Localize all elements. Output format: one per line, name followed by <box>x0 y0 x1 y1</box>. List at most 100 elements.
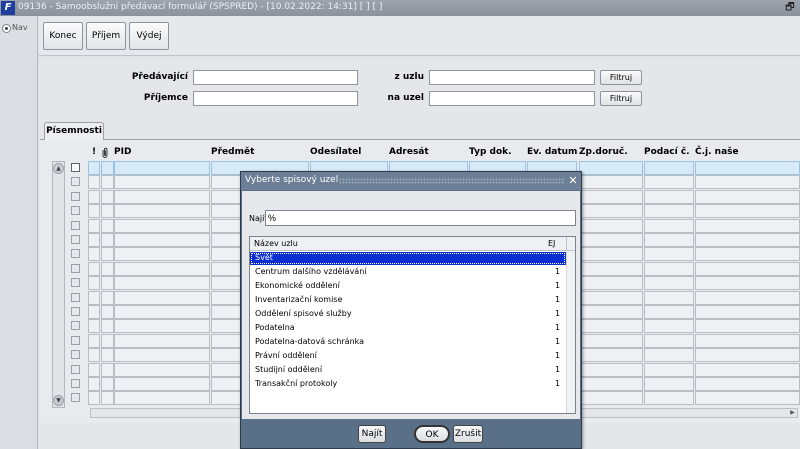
table-cell[interactable] <box>101 348 114 363</box>
table-cell[interactable] <box>101 204 114 219</box>
table-cell[interactable] <box>114 247 210 262</box>
close-icon[interactable]: ✕ <box>567 174 579 187</box>
table-cell[interactable] <box>695 161 800 175</box>
table-cell[interactable] <box>101 175 114 190</box>
row-checkbox[interactable] <box>71 335 80 345</box>
table-cell[interactable] <box>101 391 114 406</box>
row-checkbox[interactable] <box>71 177 80 187</box>
table-cell[interactable] <box>101 161 114 175</box>
table-cell[interactable] <box>695 377 800 391</box>
table-cell[interactable] <box>88 276 100 291</box>
table-cell[interactable] <box>579 276 643 291</box>
filtruj-na-uzel-button[interactable]: Filtruj <box>600 91 642 106</box>
table-cell[interactable] <box>88 233 100 247</box>
table-cell[interactable] <box>579 247 643 262</box>
list-header-name[interactable]: Název uzlu <box>254 239 298 248</box>
table-cell[interactable] <box>644 276 694 291</box>
table-cell[interactable] <box>579 175 643 190</box>
table-cell[interactable] <box>579 348 643 363</box>
table-cell[interactable] <box>114 276 210 291</box>
najit-button[interactable]: Najít <box>358 425 386 443</box>
list-item[interactable]: Svět <box>250 252 566 265</box>
table-cell[interactable] <box>695 348 800 363</box>
row-checkbox[interactable] <box>71 350 80 360</box>
list-header-ej[interactable]: EJ <box>548 239 555 248</box>
table-cell[interactable] <box>644 189 694 204</box>
table-cell[interactable] <box>579 391 643 406</box>
table-cell[interactable] <box>88 261 100 276</box>
table-cell[interactable] <box>695 276 800 291</box>
grid-vertical-scrollbar[interactable]: ▲ ▼ <box>52 161 65 408</box>
table-cell[interactable] <box>114 261 210 276</box>
row-checkbox[interactable] <box>71 206 80 216</box>
row-checkbox[interactable] <box>71 393 80 403</box>
table-cell[interactable] <box>88 290 100 305</box>
prijem-button[interactable]: Příjem <box>86 22 126 50</box>
table-cell[interactable] <box>695 391 800 406</box>
nav-radio-button[interactable] <box>2 24 11 33</box>
scroll-right-icon[interactable]: ▶ <box>788 409 797 417</box>
list-item[interactable]: Ekonomické oddělení 1 <box>250 280 566 293</box>
table-cell[interactable] <box>114 161 210 175</box>
list-item[interactable]: Transakční protokoly 1 <box>250 378 566 391</box>
prijemce-field[interactable] <box>193 91 358 106</box>
table-cell[interactable] <box>695 218 800 233</box>
row-checkbox[interactable] <box>71 191 80 201</box>
list-item[interactable]: Centrum dalšího vzdělávání 1 <box>250 266 566 279</box>
table-cell[interactable] <box>644 333 694 348</box>
table-cell[interactable] <box>88 189 100 204</box>
table-cell[interactable] <box>579 319 643 334</box>
table-cell[interactable] <box>88 348 100 363</box>
table-cell[interactable] <box>114 305 210 319</box>
scroll-up-icon[interactable]: ▲ <box>53 163 64 174</box>
row-checkbox[interactable] <box>71 292 80 302</box>
row-checkbox[interactable] <box>71 235 80 244</box>
table-cell[interactable] <box>101 261 114 276</box>
row-checkbox[interactable] <box>71 364 80 374</box>
table-cell[interactable] <box>101 247 114 262</box>
row-checkbox[interactable] <box>71 163 80 172</box>
table-cell[interactable] <box>644 391 694 406</box>
table-cell[interactable] <box>644 247 694 262</box>
table-cell[interactable] <box>579 204 643 219</box>
table-cell[interactable] <box>644 319 694 334</box>
table-cell[interactable] <box>88 247 100 262</box>
table-cell[interactable] <box>579 233 643 247</box>
table-cell[interactable] <box>644 348 694 363</box>
table-cell[interactable] <box>579 362 643 377</box>
list-item[interactable]: Podatelna-datová schránka 1 <box>250 336 566 349</box>
table-cell[interactable] <box>579 218 643 233</box>
table-cell[interactable] <box>644 362 694 377</box>
table-cell[interactable] <box>695 233 800 247</box>
table-cell[interactable] <box>88 204 100 219</box>
table-cell[interactable] <box>644 233 694 247</box>
table-cell[interactable] <box>101 362 114 377</box>
list-vertical-scrollbar[interactable] <box>566 251 575 413</box>
table-cell[interactable] <box>579 377 643 391</box>
table-cell[interactable] <box>579 189 643 204</box>
table-cell[interactable] <box>88 161 100 175</box>
table-cell[interactable] <box>88 305 100 319</box>
table-cell[interactable] <box>695 204 800 219</box>
dialog-titlebar[interactable]: Vyberte spisový uzel ✕ <box>241 172 581 190</box>
table-cell[interactable] <box>114 290 210 305</box>
list-item[interactable]: Studijní oddělení 1 <box>250 364 566 377</box>
table-cell[interactable] <box>88 391 100 406</box>
table-cell[interactable] <box>579 161 643 175</box>
table-cell[interactable] <box>579 305 643 319</box>
scroll-down-icon[interactable]: ▼ <box>53 395 64 406</box>
table-cell[interactable] <box>114 333 210 348</box>
table-cell[interactable] <box>101 233 114 247</box>
na-uzel-field[interactable] <box>429 91 595 106</box>
table-cell[interactable] <box>644 175 694 190</box>
table-cell[interactable] <box>114 204 210 219</box>
row-checkbox[interactable] <box>71 249 80 259</box>
table-cell[interactable] <box>644 161 694 175</box>
zrusit-button[interactable]: Zrušit <box>453 425 483 443</box>
table-cell[interactable] <box>101 276 114 291</box>
table-cell[interactable] <box>114 377 210 391</box>
row-checkbox[interactable] <box>71 278 80 288</box>
table-cell[interactable] <box>88 218 100 233</box>
table-cell[interactable] <box>644 204 694 219</box>
filtruj-z-uzlu-button[interactable]: Filtruj <box>600 70 642 85</box>
